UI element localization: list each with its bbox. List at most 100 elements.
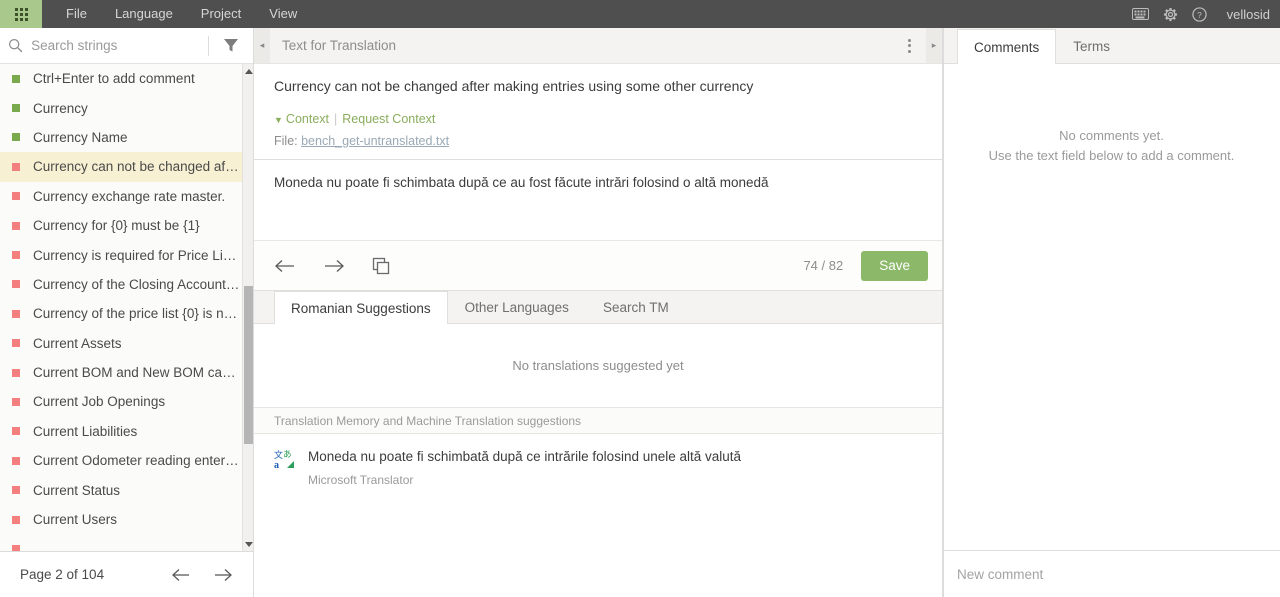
list-item[interactable]: Current Liabilities (0, 417, 242, 446)
list-item[interactable]: Current Users (0, 505, 242, 534)
app-root: File Language Project View ? vellosid Se… (0, 0, 1280, 597)
status-dot-translated (12, 104, 20, 113)
svg-text:a: a (274, 460, 279, 469)
list-item-label: Ctrl+Enter to add comment (33, 71, 195, 87)
username-label[interactable]: vellosid (1221, 7, 1270, 22)
new-comment-input[interactable] (957, 566, 1266, 582)
top-bar-actions: ? vellosid (1131, 0, 1280, 28)
context-separator: | (334, 112, 338, 127)
list-item-selected[interactable]: Currency can not be changed after ... (0, 152, 242, 182)
menu-item-project[interactable]: Project (187, 0, 255, 28)
list-item[interactable]: Currency for {0} must be {1} (0, 211, 242, 240)
tab-comments[interactable]: Comments (957, 29, 1057, 64)
status-dot-untranslated (12, 544, 20, 551)
svg-text:文: 文 (274, 449, 283, 460)
list-item[interactable]: Currency of the Closing Account mu... (0, 270, 242, 299)
save-button[interactable]: Save (861, 250, 928, 281)
list-item-label: Current BOM and New BOM can not... (33, 365, 242, 381)
keyboard-icon[interactable] (1131, 8, 1149, 20)
copy-source-icon[interactable] (372, 257, 390, 275)
menu-item-view[interactable]: View (255, 0, 311, 28)
tm-suggestion-text[interactable]: Moneda nu poate fi schimbată după ce int… (308, 448, 922, 466)
next-string-button[interactable] (323, 259, 345, 273)
svg-text:あ: あ (283, 449, 292, 459)
caret-down-icon[interactable]: ▼ (274, 115, 283, 125)
tm-suggestion-item[interactable]: 文 あ a Moneda nu poate fi schimbată după … (254, 434, 942, 487)
tab-romanian-suggestions[interactable]: Romanian Suggestions (274, 291, 448, 325)
list-item[interactable]: Currency Name (0, 123, 242, 152)
file-link[interactable]: bench_get-untranslated.txt (301, 134, 449, 148)
scroll-down-icon[interactable] (243, 537, 253, 551)
status-dot-untranslated (12, 251, 20, 260)
more-options-icon[interactable] (892, 38, 926, 53)
gear-icon[interactable] (1163, 7, 1178, 22)
comments-empty-line-2: Use the text field below to add a commen… (988, 147, 1235, 163)
tab-search-tm[interactable]: Search TM (586, 290, 686, 323)
list-item-label: Currency for {0} must be {1} (33, 218, 200, 234)
translation-editor: ◂ Text for Translation ▸ Currency can no… (254, 28, 943, 597)
list-item[interactable]: Currency of the price list {0} is not si… (0, 299, 242, 328)
list-item[interactable]: Current Job Openings (0, 387, 242, 416)
apps-grid-icon[interactable] (0, 0, 42, 28)
status-dot-untranslated (12, 162, 20, 171)
next-page-button[interactable] (213, 568, 233, 582)
svg-text:?: ? (1197, 9, 1202, 19)
target-section: Moneda nu poate fi schimbata după ce au … (254, 159, 942, 291)
list-item[interactable]: Currency (0, 93, 242, 122)
tm-section-header: Translation Memory and Machine Translati… (254, 407, 942, 435)
new-comment-row (943, 550, 1280, 597)
scrollbar-thumb[interactable] (244, 286, 253, 444)
list-item[interactable]: Currency is required for Price List {0} (0, 240, 242, 269)
context-row: ▼ Context | Request Context (274, 112, 922, 126)
scroll-up-icon[interactable] (243, 64, 253, 78)
list-item-label: Current Users (33, 512, 118, 528)
list-item[interactable]: Current Assets (0, 329, 242, 358)
app-body: Ctrl+Enter to add comment Currency Curre… (0, 28, 1280, 597)
pagination-bar: Page 2 of 104 (0, 551, 253, 597)
top-bar: File Language Project View ? vellosid (0, 0, 1280, 28)
list-item[interactable]: Currency exchange rate master. (0, 182, 242, 211)
tab-other-languages[interactable]: Other Languages (448, 290, 586, 323)
search-input[interactable] (31, 38, 209, 53)
panel-divider (943, 28, 944, 597)
editor-toolbar: 74 / 82 Save (254, 240, 942, 291)
list-item-label: Currency is required for Price List {0} (33, 247, 242, 263)
tm-suggestion-source: Microsoft Translator (308, 472, 414, 487)
status-dot-untranslated (12, 309, 20, 318)
menu-item-file[interactable]: File (52, 0, 101, 28)
context-toggle[interactable]: Context (286, 112, 329, 126)
list-item-label: Currency of the Closing Account mu... (33, 276, 242, 292)
filter-funnel-icon[interactable] (209, 38, 253, 53)
list-item-label: Currency can not be changed after ... (33, 159, 242, 175)
strings-sidebar: Ctrl+Enter to add comment Currency Curre… (0, 28, 254, 597)
search-bar (0, 28, 253, 64)
translation-input[interactable]: Moneda nu poate fi schimbata după ce au … (254, 160, 942, 240)
prev-page-button[interactable] (171, 568, 191, 582)
character-count: 74 / 82 (803, 258, 844, 274)
comments-panel: Comments Terms No comments yet. Use the … (943, 28, 1280, 597)
status-dot-untranslated (12, 339, 20, 348)
collapse-right-icon[interactable]: ▸ (926, 28, 942, 63)
source-section: Currency can not be changed after making… (254, 64, 942, 148)
list-item[interactable]: Current Odometer reading entered ... (0, 446, 242, 475)
menu-item-language[interactable]: Language (101, 0, 187, 28)
suggestions-empty-message: No translations suggested yet (254, 324, 942, 408)
list-item[interactable]: Ctrl+Enter to add comment (0, 64, 242, 93)
tab-terms[interactable]: Terms (1056, 28, 1127, 63)
list-item[interactable]: Current BOM and New BOM can not... (0, 358, 242, 387)
request-context-link[interactable]: Request Context (342, 112, 435, 126)
prev-string-button[interactable] (274, 259, 296, 273)
collapse-left-icon[interactable]: ◂ (254, 28, 270, 63)
translate-icon: 文 あ a (274, 448, 308, 486)
status-dot-untranslated (12, 397, 20, 406)
list-item[interactable]: Current Status (0, 475, 242, 504)
list-item-partial[interactable] (0, 534, 242, 551)
strings-list: Ctrl+Enter to add comment Currency Curre… (0, 64, 253, 551)
status-dot-translated (12, 74, 20, 83)
list-item-label: Currency of the price list {0} is not si… (33, 306, 242, 322)
main-menu: File Language Project View (52, 0, 311, 28)
help-icon[interactable]: ? (1191, 6, 1207, 22)
suggestion-tabs: Romanian Suggestions Other Languages Sea… (254, 290, 942, 325)
strings-scrollbar[interactable] (242, 64, 253, 551)
status-dot-untranslated (12, 427, 20, 436)
